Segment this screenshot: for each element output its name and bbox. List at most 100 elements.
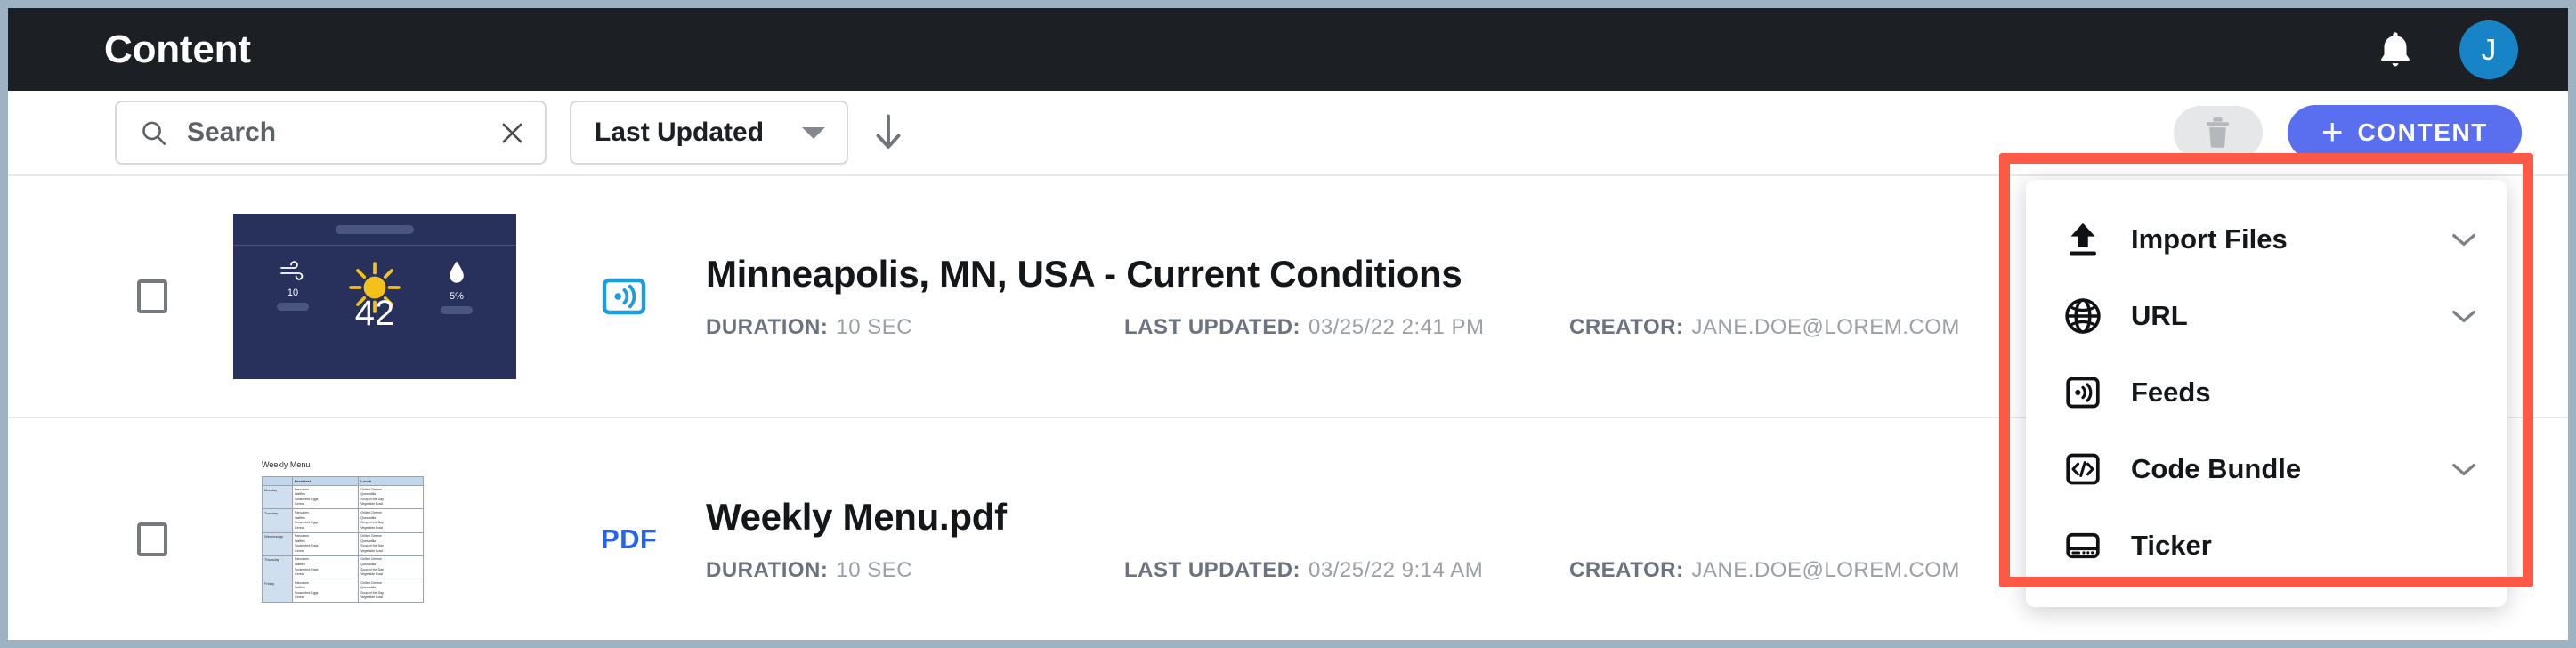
header-actions: J (2378, 20, 2518, 79)
search-placeholder: Search (187, 117, 277, 147)
row-type-indicator: PDF (601, 523, 681, 555)
toolbar-right-actions: + CONTENT (2173, 105, 2522, 160)
creator-value: JANE.DOE@LOREM.COM (1691, 315, 1960, 339)
pdf-table-row: Monday Pancakes Waffles Scrambled Eggs C… (262, 485, 424, 510)
avatar-initial: J (2481, 32, 2497, 66)
menu-item-label: Import Files (2131, 223, 2288, 255)
search-input[interactable]: Search (115, 101, 547, 165)
row-duration: DURATION: 10 SEC (706, 315, 1124, 340)
pdf-lunch: Grilled Cheese Quesadilla Soup of the Da… (358, 485, 424, 510)
menu-item-label: Feeds (2131, 377, 2211, 408)
duration-value: 10 SEC (836, 315, 913, 339)
pdf-breakfast: Pancakes Waffles Scrambled Eggs Cereal (291, 508, 360, 533)
weather-temperature: 42 (354, 294, 395, 333)
code-icon (2062, 448, 2104, 490)
pdf-lunch: Grilled Cheese Quesadilla Soup of the Da… (358, 508, 424, 533)
menu-item-label: Ticker (2131, 530, 2212, 561)
duration-label: DURATION: (706, 558, 829, 582)
pdf-breakfast: Pancakes Waffles Scrambled Eggs Cereal (291, 579, 360, 603)
add-content-label: CONTENT (2357, 118, 2488, 146)
row-creator: CREATOR: JANE.DOE@LOREM.COM (1569, 315, 1960, 340)
add-content-button[interactable]: + CONTENT (2287, 105, 2522, 160)
last-updated-value: 03/25/22 2:41 PM (1308, 315, 1485, 339)
pdf-table-row: Friday Pancakes Waffles Scrambled Eggs C… (262, 579, 424, 603)
weather-thumb-header (233, 214, 516, 246)
search-icon (140, 119, 167, 147)
droplet-icon (450, 261, 464, 283)
pdf-table-header-row: Breakfast Lunch (262, 475, 424, 487)
globe-icon (2062, 295, 2104, 337)
pdf-table-row: Thursday Pancakes Waffles Scrambled Eggs… (262, 555, 424, 580)
pdf-breakfast: Pancakes Waffles Scrambled Eggs Cereal (291, 555, 360, 580)
menu-item-url[interactable]: URL (2026, 278, 2507, 354)
last-updated-label: LAST UPDATED: (1124, 558, 1301, 582)
pdf-lunch: Grilled Cheese Quesadilla Soup of the Da… (358, 579, 424, 603)
chevron-down-icon[interactable] (2451, 462, 2476, 477)
sort-by-select[interactable]: Last Updated (570, 101, 848, 165)
creator-value: JANE.DOE@LOREM.COM (1691, 558, 1960, 582)
pdf-col-day (262, 475, 293, 487)
page-title: Content (104, 27, 251, 71)
avatar[interactable]: J (2459, 20, 2518, 79)
feed-icon (2062, 371, 2104, 414)
menu-item-code-bundle[interactable]: Code Bundle (2026, 431, 2507, 507)
upload-icon (2062, 218, 2104, 261)
pdf-col-lunch: Lunch (358, 475, 424, 487)
pdf-doc-title: Weekly Menu (262, 460, 311, 469)
add-content-menu: Import Files URL Feeds Code Bundle Ticke… (2026, 180, 2507, 607)
row-checkbox[interactable] (137, 279, 167, 313)
weather-thumbnail: 10 5% 42 (233, 214, 516, 379)
feed-icon (601, 273, 647, 320)
chevron-down-icon[interactable] (2451, 232, 2476, 247)
wind-icon (280, 261, 304, 280)
row-creator: CREATOR: JANE.DOE@LOREM.COM (1569, 558, 1960, 583)
row-type-indicator (601, 273, 681, 320)
chevron-down-icon (802, 126, 825, 139)
row-thumbnail[interactable]: Weekly Menu Breakfast Lunch Monday Panca… (233, 437, 516, 640)
duration-label: DURATION: (706, 315, 829, 339)
pdf-day: Wednesday (262, 531, 293, 556)
row-last-updated: LAST UPDATED: 03/25/22 2:41 PM (1124, 315, 1569, 340)
pdf-breakfast: Pancakes Waffles Scrambled Eggs Cereal (291, 485, 360, 510)
duration-value: 10 SEC (836, 558, 913, 582)
content-toolbar: Search Last Updated + CONTENT (8, 91, 2568, 176)
menu-item-feeds[interactable]: Feeds (2026, 354, 2507, 431)
pdf-thumbnail: Weekly Menu Breakfast Lunch Monday Panca… (233, 437, 516, 640)
close-icon[interactable] (499, 120, 525, 146)
pdf-col-breakfast: Breakfast (291, 475, 360, 487)
last-updated-label: LAST UPDATED: (1124, 315, 1301, 339)
last-updated-value: 03/25/22 9:14 AM (1308, 558, 1484, 582)
creator-label: CREATOR: (1569, 558, 1684, 582)
weather-title-placeholder (336, 224, 414, 234)
pdf-menu-table: Breakfast Lunch Monday Pancakes Waffles … (262, 475, 424, 603)
pdf-page-preview: Weekly Menu Breakfast Lunch Monday Panca… (258, 437, 427, 640)
app-window: Content J Search Last Updated + CONTENT … (0, 0, 2576, 648)
pdf-breakfast: Pancakes Waffles Scrambled Eggs Cereal (291, 531, 360, 556)
creator-label: CREATOR: (1569, 315, 1684, 339)
pdf-day: Tuesday (262, 508, 293, 533)
pdf-badge: PDF (601, 523, 658, 555)
ticker-icon (2062, 524, 2104, 567)
chevron-down-icon[interactable] (2451, 309, 2476, 324)
row-duration: DURATION: 10 SEC (706, 558, 1124, 583)
delete-button[interactable] (2173, 106, 2263, 159)
menu-item-label: Code Bundle (2131, 453, 2302, 484)
pdf-day: Friday (262, 579, 293, 603)
row-last-updated: LAST UPDATED: 03/25/22 9:14 AM (1124, 558, 1569, 583)
menu-item-ticker[interactable]: Ticker (2026, 507, 2507, 584)
menu-item-import-files[interactable]: Import Files (2026, 201, 2507, 278)
pdf-table-row: Wednesday Pancakes Waffles Scrambled Egg… (262, 531, 424, 556)
pdf-lunch: Grilled Cheese Quesadilla Soup of the Da… (358, 531, 424, 556)
pdf-lunch: Grilled Cheese Quesadilla Soup of the Da… (358, 555, 424, 580)
menu-item-label: URL (2131, 300, 2188, 331)
sort-by-value: Last Updated (595, 117, 765, 147)
app-header: Content J (8, 8, 2568, 91)
trash-icon (2203, 116, 2232, 150)
sort-direction-button[interactable] (873, 113, 903, 152)
pdf-table-row: Tuesday Pancakes Waffles Scrambled Eggs … (262, 508, 424, 533)
plus-icon: + (2321, 109, 2344, 152)
pdf-day: Thursday (262, 555, 293, 580)
row-thumbnail[interactable]: 10 5% 42 (233, 214, 516, 379)
row-checkbox[interactable] (137, 522, 167, 556)
bell-icon[interactable] (2378, 30, 2413, 69)
